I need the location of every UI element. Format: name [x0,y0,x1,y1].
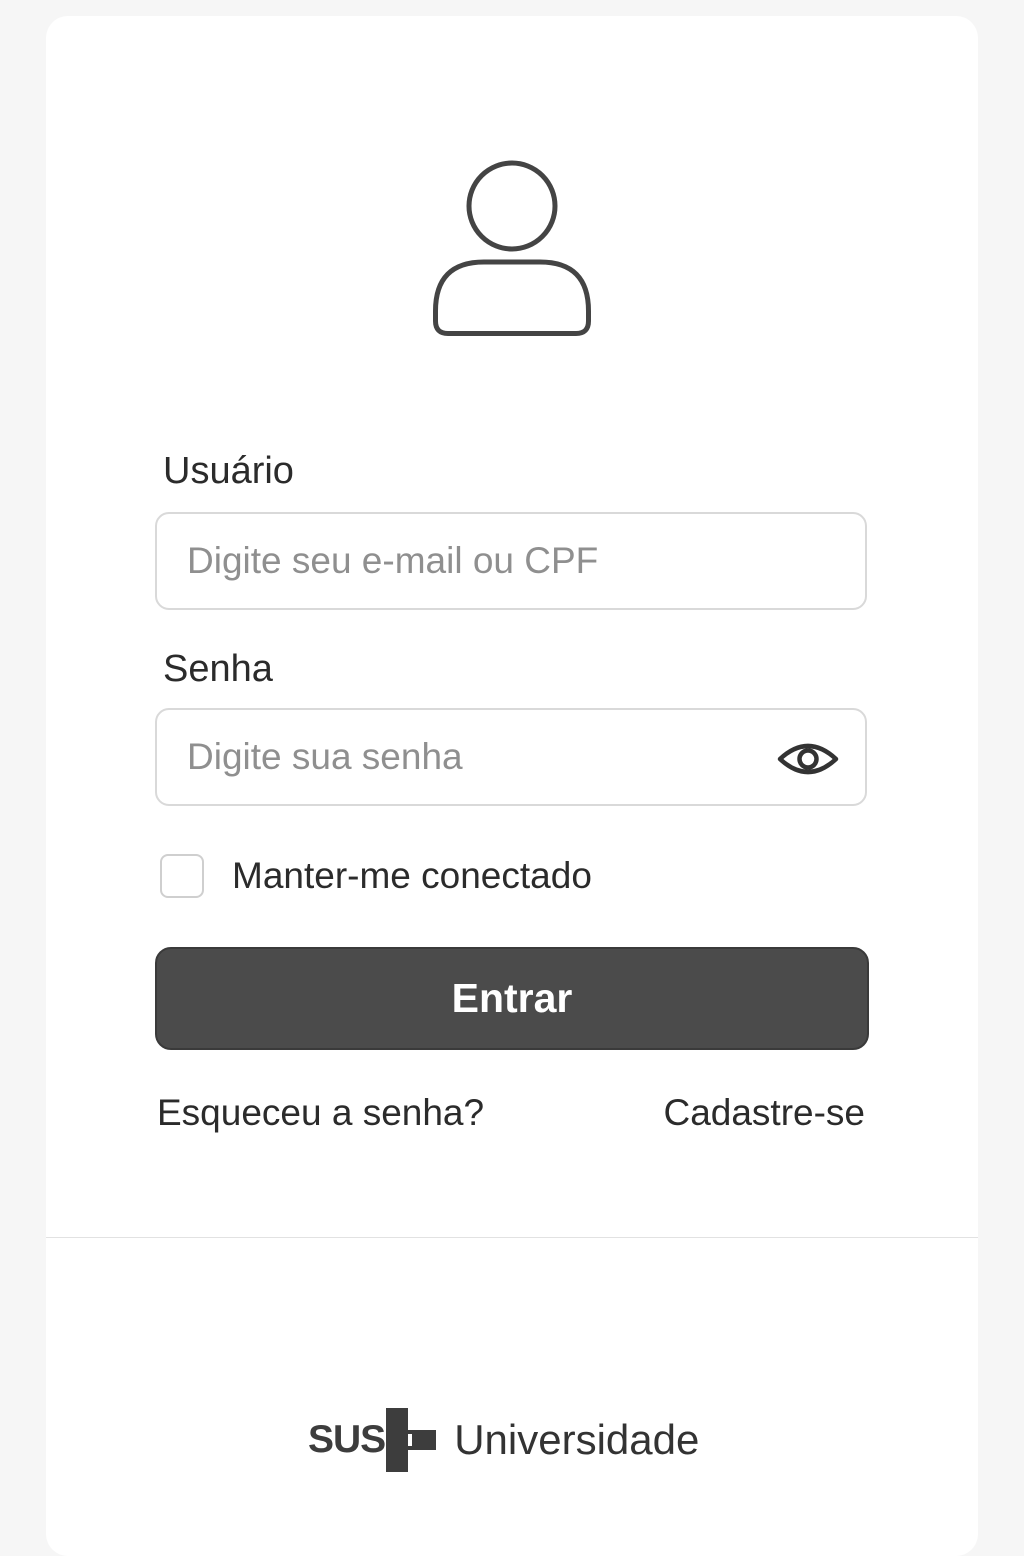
login-button[interactable]: Entrar [155,947,869,1050]
username-field[interactable] [155,512,867,610]
logo-mark: SUS [308,1418,386,1461]
sus-universidade-logo: SUS Universidade [308,1408,699,1472]
signup-link[interactable]: Cadastre-se [663,1092,865,1134]
forgot-password-link[interactable]: Esqueceu a senha? [157,1092,484,1134]
user-icon [433,160,591,336]
password-input[interactable] [187,710,747,804]
logo-text: Universidade [454,1416,700,1463]
remember-label: Manter-me conectado [232,855,592,896]
cross-icon [386,1408,437,1472]
password-field[interactable] [155,708,867,806]
username-input[interactable] [187,514,747,608]
remember-checkbox[interactable] [160,854,204,898]
footer-divider [46,1237,978,1238]
remember-me[interactable]: Manter-me conectado [160,852,592,900]
username-label: Usuário [163,450,294,492]
eye-icon[interactable] [777,738,839,780]
password-label: Senha [163,648,273,690]
